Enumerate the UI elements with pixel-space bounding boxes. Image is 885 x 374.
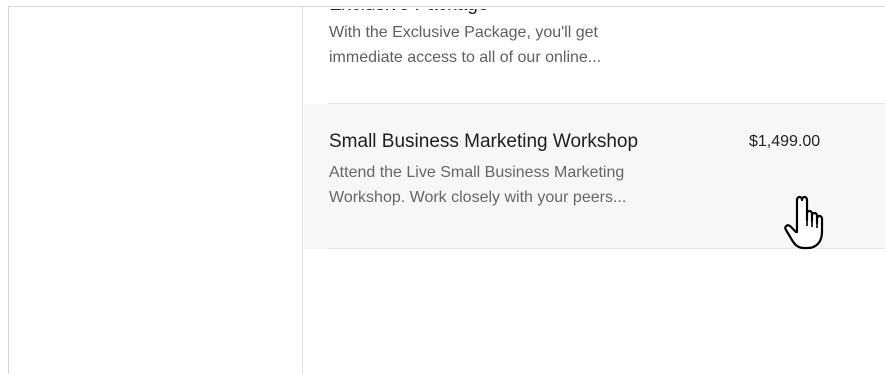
product-description: Attend the Live Small Business Marketing… <box>329 160 729 210</box>
app-window: Exclusive Package With the Exclusive Pac… <box>8 6 885 374</box>
product-description-line: immediate access to all of our online... <box>329 49 602 66</box>
product-description-line: With the Exclusive Package, you'll get <box>329 24 598 41</box>
product-title: Exclusive Package <box>329 0 489 15</box>
product-title: Small Business Marketing Workshop <box>329 131 639 152</box>
product-list: Exclusive Package With the Exclusive Pac… <box>304 7 885 374</box>
product-title-row: Small Business Marketing Workshop $1,499… <box>329 130 885 154</box>
left-panel <box>9 7 303 374</box>
product-item[interactable]: Exclusive Package With the Exclusive Pac… <box>304 0 885 103</box>
product-description: With the Exclusive Package, you'll get i… <box>329 20 729 70</box>
product-price: $1,499.00 <box>749 133 821 150</box>
product-description-line: Workshop. Work closely with your peers..… <box>329 189 627 206</box>
product-description-line: Attend the Live Small Business Marketing <box>329 164 625 181</box>
hand-pointer-icon <box>784 195 824 250</box>
